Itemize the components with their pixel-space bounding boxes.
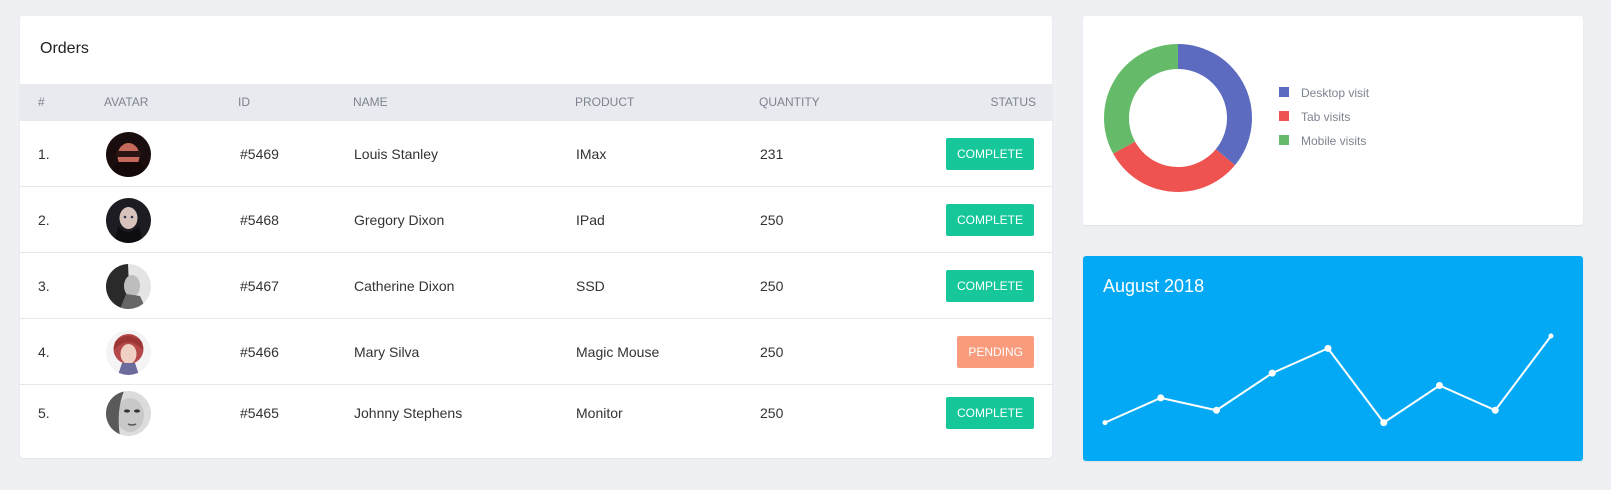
quantity-value: 250 — [760, 212, 784, 228]
line-point[interactable] — [1157, 394, 1165, 402]
customer-name: Catherine Dixon — [354, 278, 455, 294]
order-id: #5467 — [240, 278, 279, 294]
avatar — [106, 198, 151, 243]
table-row[interactable]: 4. #5466 Mary Silva Magic Mouse 250 PEND… — [20, 319, 1052, 385]
row-number: 3. — [38, 278, 50, 294]
row-number: 1. — [38, 146, 50, 162]
donut-slice-mobile-visits[interactable] — [1104, 44, 1178, 154]
order-id: #5465 — [240, 405, 279, 421]
status-badge[interactable]: COMPLETE — [945, 138, 1034, 170]
device-visits-card: Desktop visit Tab visits Mobile visits — [1083, 16, 1583, 225]
line-point[interactable] — [1102, 420, 1108, 426]
line-point[interactable] — [1324, 344, 1332, 352]
product-name: Magic Mouse — [576, 344, 660, 360]
column-header-quantity: QUANTITY — [759, 95, 820, 109]
legend-swatch-tab — [1279, 111, 1289, 121]
order-id: #5468 — [240, 212, 279, 228]
avatar — [106, 132, 151, 177]
line-point[interactable] — [1548, 333, 1554, 339]
column-header-status: STATUS — [990, 95, 1036, 109]
table-row[interactable]: 3. #5467 Catherine Dixon SSD 250 COMPLET… — [20, 253, 1052, 319]
row-number: 2. — [38, 212, 50, 228]
status-badge[interactable]: COMPLETE — [945, 204, 1034, 236]
avatar — [106, 391, 151, 436]
avatar — [106, 330, 151, 375]
order-id: #5466 — [240, 344, 279, 360]
order-id: #5469 — [240, 146, 279, 162]
line-chart — [1102, 333, 1554, 427]
column-header-name: NAME — [353, 95, 388, 109]
donut-chart — [1104, 44, 1252, 192]
legend-label-mobile: Mobile visits — [1301, 134, 1367, 148]
product-name: IMax — [576, 146, 607, 162]
column-header-product: PRODUCT — [575, 95, 635, 109]
product-name: IPad — [576, 212, 605, 228]
avatar — [106, 264, 151, 309]
line-point[interactable] — [1268, 369, 1276, 377]
orders-title: Orders — [40, 40, 89, 57]
legend-label-tab: Tab visits — [1301, 110, 1351, 124]
line-point[interactable] — [1436, 382, 1443, 389]
customer-name: Mary Silva — [354, 344, 420, 360]
row-number: 4. — [38, 344, 50, 360]
line-point[interactable] — [1491, 406, 1499, 414]
table-row[interactable]: 5. #5465 Johnny Stephens Monitor 250 COM… — [20, 385, 1052, 441]
line-point[interactable] — [1213, 406, 1220, 414]
quantity-value: 250 — [760, 405, 784, 421]
status-badge[interactable]: COMPLETE — [945, 397, 1034, 429]
row-number: 5. — [38, 405, 50, 421]
customer-name: Johnny Stephens — [354, 405, 463, 421]
quantity-value: 250 — [760, 344, 784, 360]
product-name: SSD — [576, 278, 605, 294]
table-row[interactable]: 2. #5468 Gregory Dixon IPad 250 COMPLETE — [20, 187, 1052, 253]
orders-card: Orders # AVATAR ID NAME PRODUCT QUANTITY… — [20, 16, 1052, 458]
monthly-line-card: August 2018 — [1083, 256, 1583, 461]
customer-name: Gregory Dixon — [354, 212, 445, 228]
quantity-value: 231 — [760, 146, 784, 162]
legend-label-desktop: Desktop visit — [1301, 86, 1370, 100]
table-header: # AVATAR ID NAME PRODUCT QUANTITY STATUS — [20, 84, 1052, 121]
donut-slice-desktop-visit[interactable] — [1178, 44, 1252, 166]
column-header-id: ID — [238, 95, 250, 109]
quantity-value: 250 — [760, 278, 784, 294]
line-point[interactable] — [1380, 419, 1388, 427]
status-badge[interactable]: PENDING — [957, 336, 1034, 368]
legend-swatch-desktop — [1279, 87, 1289, 97]
status-badge[interactable]: COMPLETE — [945, 270, 1034, 302]
column-header-avatar: AVATAR — [104, 95, 149, 109]
product-name: Monitor — [576, 405, 623, 421]
legend-swatch-mobile — [1279, 135, 1289, 145]
table-row[interactable]: 1. #5469 Louis Stanley IMax 231 COMPLETE — [20, 121, 1052, 187]
customer-name: Louis Stanley — [354, 146, 439, 162]
column-header-number: # — [38, 95, 45, 109]
